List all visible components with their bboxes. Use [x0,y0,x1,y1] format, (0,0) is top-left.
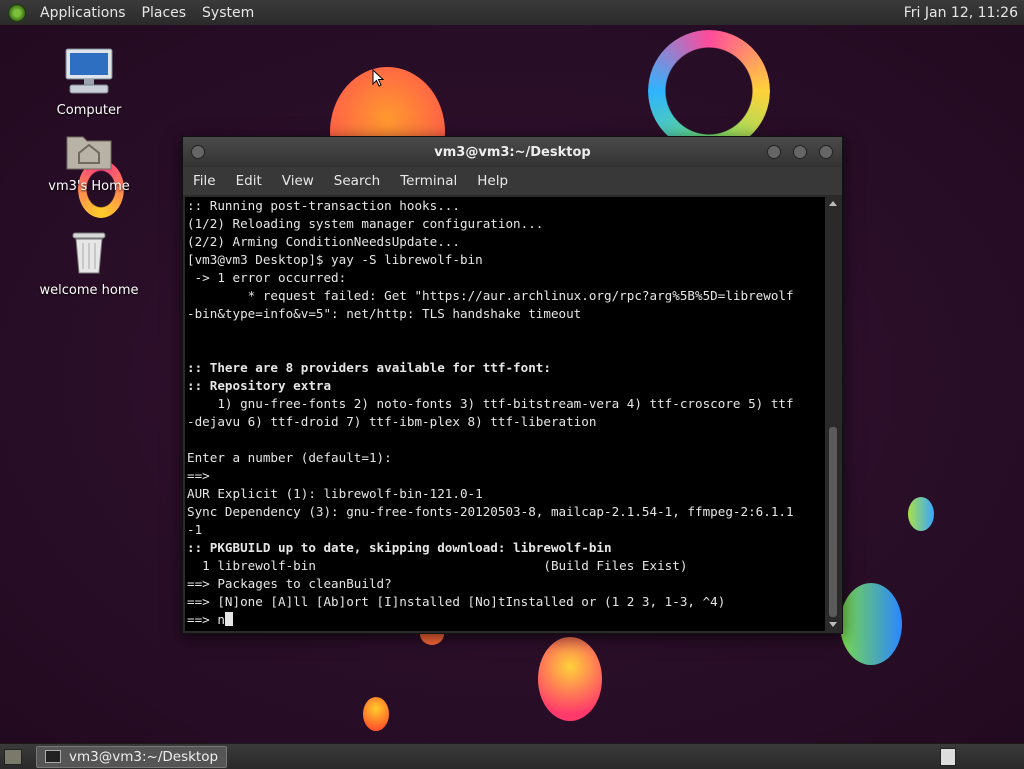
terminal-line: (2/2) Arming ConditionNeedsUpdate... [187,234,460,249]
scroll-down-icon[interactable] [829,622,837,627]
wallpaper-shape [840,583,902,665]
terminal-line: (1/2) Reloading system manager configura… [187,216,544,231]
taskbar-label: vm3@vm3:~/Desktop [69,748,219,765]
terminal-line: :: Repository extra [187,378,332,393]
trash-icon [72,232,106,274]
terminal-line: ==> n [185,611,825,629]
desktop-icon-label: welcome home [39,283,139,298]
terminal-output[interactable]: :: Running post-transaction hooks...(1/2… [185,197,825,631]
terminal-line: ==> [187,468,210,483]
system-menu[interactable]: System [194,5,262,21]
terminal-line: ==> Packages to cleanBuild? [187,576,392,591]
terminal-menubar: File Edit View Search Terminal Help [183,167,842,195]
desktop-icon-home[interactable]: vm3's Home [34,129,144,194]
places-menu[interactable]: Places [134,5,195,21]
wallpaper-shape [538,637,602,721]
terminal-line: -bin&type=info&v=5": net/http: TLS hands… [187,306,582,321]
clock[interactable]: Fri Jan 12, 11:26 [904,5,1018,21]
desktop-icon-computer[interactable]: Computer [34,47,144,118]
terminal-icon [45,750,61,763]
applications-menu[interactable]: Applications [32,5,134,21]
menu-search[interactable]: Search [324,173,390,189]
terminal-line: 1 librewolf-bin (Build Files Exist) [187,558,688,573]
terminal-line: -> 1 error occurred: [187,270,347,285]
terminal-line: -dejavu 6) ttf-droid 7) ttf-ibm-plex 8) … [187,414,597,429]
scroll-up-icon[interactable] [829,201,837,206]
terminal-line: ==> [N]one [A]ll [Ab]ort [I]nstalled [No… [187,594,726,609]
taskbar-button-terminal[interactable]: vm3@vm3:~/Desktop [36,745,228,768]
show-desktop-icon[interactable] [4,748,22,765]
window-titlebar[interactable]: vm3@vm3:~/Desktop [183,137,842,167]
minimize-button[interactable] [767,145,781,159]
distro-logo-icon[interactable] [8,3,26,22]
home-folder-icon [66,136,112,170]
top-panel: Applications Places System Fri Jan 12, 1… [0,0,1024,26]
menu-terminal[interactable]: Terminal [390,173,467,189]
desktop-icon-trash[interactable]: welcome home [34,227,144,298]
mouse-pointer-icon [372,69,384,87]
terminal-line: Sync Dependency (3): gnu-free-fonts-2012… [187,504,794,519]
workspace-switcher[interactable] [940,747,956,766]
terminal-scrollbar[interactable] [826,197,840,631]
menu-view[interactable]: View [272,173,324,189]
desktop-icon-label: Computer [56,103,122,118]
terminal-line: :: Running post-transaction hooks... [187,198,460,213]
terminal-line: AUR Explicit (1): librewolf-bin-121.0-1 [187,486,483,501]
wallpaper-shape [363,697,389,731]
wallpaper-ring [648,30,770,152]
desktop-icon-label: vm3's Home [48,179,130,194]
scroll-thumb[interactable] [829,427,837,617]
terminal-line: :: PKGBUILD up to date, skipping downloa… [187,540,612,555]
terminal-line: :: There are 8 providers available for t… [187,360,551,375]
menu-file[interactable]: File [183,173,226,189]
terminal-line: 1) gnu-free-fonts 2) noto-fonts 3) ttf-b… [187,396,794,411]
terminal-line: [vm3@vm3 Desktop]$ yay -S librewolf-bin [187,252,483,267]
terminal-window[interactable]: vm3@vm3:~/Desktop File Edit View Search … [182,136,843,634]
bottom-panel: vm3@vm3:~/Desktop [0,743,1024,769]
terminal-line: * request failed: Get "https://aur.archl… [187,288,794,303]
close-button[interactable] [819,145,833,159]
window-title: vm3@vm3:~/Desktop [434,144,591,160]
maximize-button[interactable] [793,145,807,159]
menu-help[interactable]: Help [467,173,518,189]
terminal-cursor [224,612,233,626]
menu-edit[interactable]: Edit [226,173,272,189]
wallpaper-shape [908,497,934,531]
computer-icon [65,48,113,94]
terminal-line: Enter a number (default=1): [187,450,392,465]
terminal-line: -1 [187,522,203,537]
